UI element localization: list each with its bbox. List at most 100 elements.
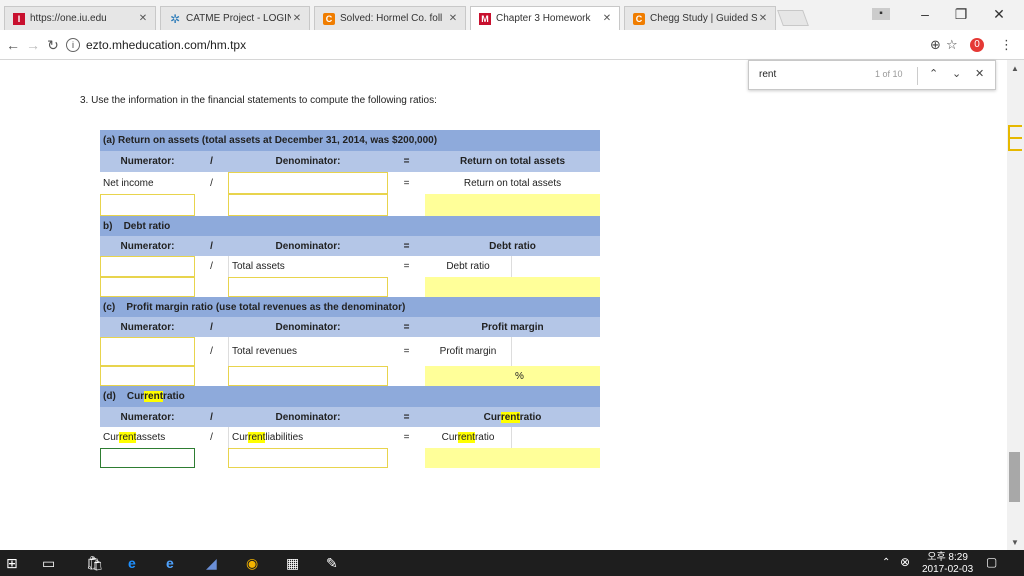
close-icon[interactable]: ✕ <box>447 13 459 24</box>
scroll-down-icon[interactable]: ▼ <box>1011 538 1019 547</box>
menu-dots-icon[interactable]: ⋮ <box>1000 37 1013 53</box>
equals: = <box>388 427 425 448</box>
iu-icon: I <box>13 12 25 25</box>
clock-date: 2017-02-03 <box>922 564 974 575</box>
slash: / <box>195 337 228 366</box>
chevron-up-icon[interactable]: ⌃ <box>882 557 890 568</box>
section-a-header: (a) Return on assets (total assets at De… <box>100 130 600 151</box>
result-label: Debt ratio <box>425 256 512 277</box>
numerator-value-input[interactable] <box>100 194 195 216</box>
reload-icon[interactable]: ↻ <box>44 37 62 54</box>
calculator-icon[interactable]: ▦ <box>286 555 299 572</box>
numerator-header: Numerator: <box>100 317 195 337</box>
info-icon[interactable]: i <box>66 38 80 52</box>
tab-title: https://one.iu.edu <box>30 13 107 24</box>
equals-header: = <box>388 317 425 337</box>
tab-one-iu[interactable]: I https://one.iu.edu ✕ <box>4 6 156 30</box>
tab-chapter-3-homework[interactable]: M Chapter 3 Homework ✕ <box>470 6 620 30</box>
close-icon[interactable]: ✕ <box>975 67 984 80</box>
title-part: ratio <box>163 391 185 402</box>
minimize-button[interactable]: – <box>910 6 940 22</box>
numerator-header: Numerator: <box>100 236 195 256</box>
paint-icon[interactable]: ✎ <box>326 555 338 572</box>
section-name: Debt ratio <box>123 220 171 232</box>
windows-start-icon[interactable]: ⊞ <box>6 555 18 572</box>
spacer <box>388 277 425 297</box>
chevron-up-icon[interactable]: ⌃ <box>929 67 938 80</box>
notification-x-icon[interactable]: ⊗ <box>900 555 910 569</box>
numerator-header: Numerator: <box>100 407 195 427</box>
find-highlight: rent <box>248 432 266 443</box>
internet-explorer-icon[interactable]: e <box>166 555 174 571</box>
app-icon[interactable]: ◢ <box>206 555 217 572</box>
find-highlight: rent <box>457 432 475 443</box>
section-title: (a) Return on assets (total assets at De… <box>100 130 600 151</box>
question-text: 3. Use the information in the financial … <box>80 95 437 106</box>
find-input[interactable]: rent <box>759 69 776 80</box>
slash-header: / <box>195 407 228 427</box>
spacer <box>195 194 228 216</box>
denominator-label: Total revenues <box>228 337 388 366</box>
section-b-header: b) Debt ratio <box>100 216 600 236</box>
spacer <box>195 448 228 468</box>
store-icon[interactable]: 🛍 <box>86 555 104 572</box>
numerator-value-input[interactable] <box>100 366 195 386</box>
equals-header: = <box>388 407 425 427</box>
result-value-input[interactable] <box>425 194 600 216</box>
section-c-header: (c) Profit margin ratio (use total reven… <box>100 297 600 317</box>
slash: / <box>195 256 228 277</box>
result-header: Cur rent ratio <box>425 407 600 427</box>
section-c-column-headers: Numerator: / Denominator: = Profit margi… <box>100 317 600 337</box>
section-d-header: (d) Cur rent ratio <box>100 386 600 407</box>
extension-icon[interactable]: 0 <box>970 38 984 52</box>
numerator-value-input[interactable] <box>100 277 195 297</box>
zoom-icon[interactable]: ⊕ <box>930 37 941 53</box>
section-a-value-row <box>100 194 600 216</box>
close-icon[interactable]: ✕ <box>137 13 149 24</box>
denominator-value-input[interactable] <box>228 448 388 468</box>
result-value-input[interactable] <box>425 366 512 386</box>
new-tab-button[interactable] <box>777 10 809 26</box>
section-label: (c) <box>103 301 116 313</box>
find-count: 1 of 10 <box>875 69 903 79</box>
scrollbar-thumb[interactable] <box>1009 452 1020 502</box>
close-window-button[interactable]: ✕ <box>984 6 1014 23</box>
tab-title: CATME Project - LOGIN <box>186 13 291 24</box>
clock[interactable]: 오후 8:29 2017-02-03 <box>922 552 973 576</box>
close-icon[interactable]: ✕ <box>291 13 303 24</box>
denominator-input[interactable] <box>228 172 388 194</box>
url-text: ezto.mheducation.com/hm.tpx <box>86 38 247 52</box>
action-center-icon[interactable]: ▢ <box>986 555 997 569</box>
numerator-input[interactable] <box>100 256 195 277</box>
denominator-value-input[interactable] <box>228 277 388 297</box>
close-icon[interactable]: ✕ <box>757 13 769 24</box>
find-match-marker <box>1008 137 1022 139</box>
close-icon[interactable]: ✕ <box>601 13 613 24</box>
scroll-up-icon[interactable]: ▲ <box>1011 64 1019 73</box>
bookmark-star-icon[interactable]: ☆ <box>946 37 958 53</box>
denominator-value-input[interactable] <box>228 366 388 386</box>
slash: / <box>195 172 228 194</box>
tab-catme[interactable]: ✲ CATME Project - LOGIN ✕ <box>160 6 310 30</box>
text-part: Cur <box>232 432 249 443</box>
denominator-value-input[interactable] <box>228 194 388 216</box>
user-icon[interactable]: ▪ <box>872 8 890 20</box>
result-value-input[interactable] <box>425 448 600 468</box>
forward-arrow-icon[interactable]: → <box>24 37 42 53</box>
mheducation-icon: M <box>479 12 491 25</box>
result-value-input[interactable] <box>425 277 600 297</box>
tab-chegg-study[interactable]: C Chegg Study | Guided S ✕ <box>624 6 776 30</box>
back-arrow-icon[interactable]: ← <box>4 37 22 53</box>
task-view-icon[interactable]: ▭ <box>42 555 55 572</box>
restore-button[interactable]: ❐ <box>946 6 976 23</box>
edge-icon[interactable]: e <box>128 555 136 571</box>
text-part: Cur <box>103 432 120 443</box>
tab-solved-hormel[interactable]: C Solved: Hormel Co. foll ✕ <box>314 6 466 30</box>
numerator-input[interactable] <box>100 337 195 366</box>
chevron-down-icon[interactable]: ⌄ <box>952 67 961 80</box>
numerator-value-input[interactable] <box>100 448 195 468</box>
equals: = <box>388 256 425 277</box>
address-bar[interactable]: i ezto.mheducation.com/hm.tpx <box>66 34 1000 56</box>
chrome-icon[interactable]: ◉ <box>246 555 258 572</box>
denominator-header: Denominator: <box>228 407 388 427</box>
